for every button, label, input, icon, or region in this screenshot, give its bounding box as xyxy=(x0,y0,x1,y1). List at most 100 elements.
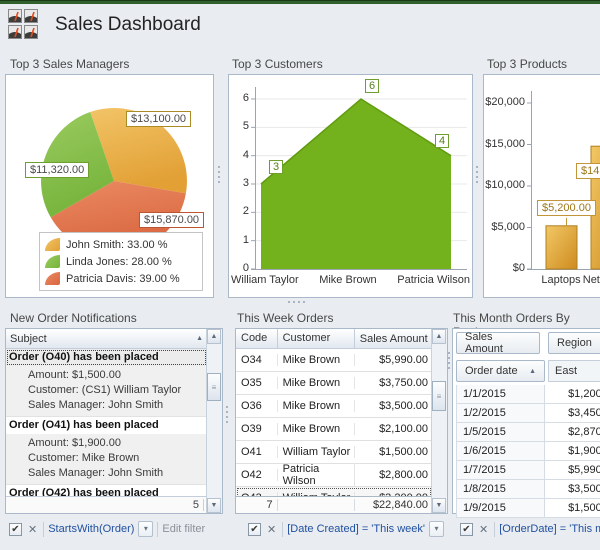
cell-code: O42 xyxy=(236,469,278,481)
window-top-border xyxy=(0,0,600,4)
bar-chart-panel: $0$5,000$10,000$15,000$20,000 $5,200.00 … xyxy=(483,74,600,298)
detail-line: Amount: $1,900.00 xyxy=(28,436,207,451)
pivot-row[interactable]: 1/9/2015 $1,500.00 xyxy=(456,499,600,518)
pivot-column-field-button[interactable]: Region ▲ xyxy=(548,332,600,354)
splitter-handle[interactable] xyxy=(448,352,450,369)
column-header-label: Subject xyxy=(10,333,47,345)
detail-line: Sales Manager: John Smith xyxy=(28,466,207,481)
detail-line: Customer: (CS1) William Taylor xyxy=(28,383,207,398)
week-orders-grid-panel: Code Customer Sales Amount O34 Mike Brow… xyxy=(235,328,448,514)
pie-value-label: $11,320.00 xyxy=(25,162,89,178)
notification-detail: Amount: $1,500.00 Customer: (CS1) Willia… xyxy=(6,366,207,417)
scroll-up-button[interactable]: ▲ xyxy=(207,329,221,344)
notification-detail: Amount: $1,900.00 Customer: Mike Brown S… xyxy=(6,434,207,485)
pivot-row-field-button[interactable]: Order date ▲ xyxy=(456,360,545,382)
table-row[interactable]: O35 Mike Brown $3,750.00 xyxy=(236,372,432,395)
cell-amount: $3,500.00 xyxy=(355,400,432,412)
column-header-code[interactable]: Code xyxy=(236,329,278,348)
edit-filter-button[interactable]: Edit filter xyxy=(162,523,205,535)
area-point-label: 3 xyxy=(269,160,283,174)
area-x-axis-labels: William Taylor Mike Brown Patricia Wilso… xyxy=(231,274,470,286)
close-filter-icon[interactable]: ✕ xyxy=(265,523,278,536)
column-header-customer[interactable]: Customer xyxy=(278,329,355,348)
field-button-label: Sales Amount xyxy=(465,331,531,355)
footer-count: 7 xyxy=(236,499,278,511)
pie-value-label: $15,870.00 xyxy=(139,212,204,228)
bar-value-label: $14,800.00 xyxy=(576,163,600,179)
notification-row[interactable]: Order (O40) has been placed xyxy=(6,349,207,366)
x-axis-label: Mike Brown xyxy=(319,274,376,286)
pivot-row[interactable]: 1/7/2015 $5,990.00 xyxy=(456,461,600,480)
notification-row[interactable]: Order (O41) has been placed xyxy=(6,417,207,434)
legend-item: John Smith: 33.00 % xyxy=(45,236,197,253)
detail-line: Sales Manager: John Smith xyxy=(28,398,207,413)
pivot-row[interactable]: 1/5/2015 $2,870.00 xyxy=(456,423,600,442)
filter-expression[interactable]: StartsWith(Order) xyxy=(48,523,134,535)
splitter-handle[interactable] xyxy=(476,166,478,183)
close-filter-icon[interactable]: ✕ xyxy=(26,523,39,536)
table-row[interactable]: O34 Mike Brown $5,990.00 xyxy=(236,349,432,372)
cell-value: $1,200.00 xyxy=(545,385,600,404)
summary-footer: 7 $22,840.00 xyxy=(236,496,432,513)
filter-enabled-checkbox[interactable]: ✔ xyxy=(460,523,473,536)
pivot-row[interactable]: 1/2/2015 $3,450.00 xyxy=(456,404,600,423)
pivot-row[interactable]: 1/8/2015 $3,500.00 xyxy=(456,480,600,499)
legend-swatch xyxy=(45,255,60,268)
area-point-label: 4 xyxy=(435,134,449,148)
scrollbar-thumb[interactable]: ≡ xyxy=(207,373,221,401)
panel-title-customers: Top 3 Customers xyxy=(232,57,323,71)
table-row[interactable]: O36 Mike Brown $3,500.00 xyxy=(236,395,432,418)
cell-value: $1,900.00 xyxy=(545,442,600,461)
footer-spacer xyxy=(278,499,355,511)
scrollbar-thumb[interactable]: ≡ xyxy=(432,381,446,411)
area-chart-panel: 0123456 3 6 4 William Taylor Mike Brown … xyxy=(228,74,473,298)
field-button-label: Order date xyxy=(465,365,518,377)
area-chart[interactable] xyxy=(255,75,469,271)
pivot-row[interactable]: 1/6/2015 $1,900.00 xyxy=(456,442,600,461)
divider xyxy=(157,522,158,537)
footer-total: $22,840.00 xyxy=(355,499,432,511)
cell-amount: $1,500.00 xyxy=(355,446,432,458)
splitter-handle[interactable] xyxy=(226,406,228,423)
pivot-column-header-east[interactable]: East xyxy=(548,360,600,382)
cell-amount: $3,750.00 xyxy=(355,377,432,389)
legend-label: Linda Jones: 28.00 % xyxy=(66,256,172,268)
splitter-handle[interactable] xyxy=(218,166,220,183)
filter-enabled-checkbox[interactable]: ✔ xyxy=(9,523,22,536)
filter-enabled-checkbox[interactable]: ✔ xyxy=(248,523,261,536)
cell-value: $3,500.00 xyxy=(545,480,600,499)
cell-value: $3,450.00 xyxy=(545,404,600,423)
scroll-down-button[interactable]: ▼ xyxy=(207,498,221,513)
record-count: 5 xyxy=(193,499,199,511)
filter-dropdown-button[interactable]: ▾ xyxy=(138,521,153,537)
vertical-scrollbar[interactable]: ▲ ≡ ▼ xyxy=(431,329,447,513)
legend-item: Linda Jones: 28.00 % xyxy=(45,253,197,270)
vertical-scrollbar[interactable]: ▲ ≡ ▼ xyxy=(206,329,222,513)
pivot-data-field-button[interactable]: Sales Amount xyxy=(456,332,540,354)
splitter-handle[interactable] xyxy=(288,301,305,303)
row-header-date: 1/9/2015 xyxy=(456,499,545,518)
legend-swatch xyxy=(45,272,60,285)
area-point-label: 6 xyxy=(365,79,379,93)
scroll-down-button[interactable]: ▼ xyxy=(432,498,446,513)
notifications-grid-panel: Subject ▲ Order (O40) has been placed Am… xyxy=(5,328,223,514)
table-row[interactable]: O39 Mike Brown $2,100.00 xyxy=(236,418,432,441)
divider xyxy=(43,522,44,537)
filter-expression[interactable]: [Date Created] = 'This week' xyxy=(287,523,425,535)
pie-chart-panel: $13,100.00 $11,320.00 $15,870.00 John Sm… xyxy=(5,74,214,298)
column-header-sales-amount[interactable]: Sales Amount xyxy=(355,333,432,345)
close-filter-icon[interactable]: ✕ xyxy=(477,523,490,536)
scroll-up-button[interactable]: ▲ xyxy=(432,329,446,344)
pivot-grid-panel: Sales Amount Region ▲ Order date ▲ East … xyxy=(452,328,600,514)
cell-customer: Mike Brown xyxy=(278,354,355,366)
pivot-row[interactable]: 1/1/2015 $1,200.00 xyxy=(456,385,600,404)
table-row[interactable]: O42 Patricia Wilson $2,800.00 xyxy=(236,464,432,487)
table-row[interactable]: O41 William Taylor $1,500.00 xyxy=(236,441,432,464)
divider xyxy=(282,522,283,537)
divider xyxy=(203,499,204,511)
filter-dropdown-button[interactable]: ▾ xyxy=(429,521,444,537)
x-axis-label: Patricia Wilson xyxy=(397,274,470,286)
legend-swatch xyxy=(45,238,60,251)
column-header-subject[interactable]: Subject ▲ xyxy=(6,329,207,349)
filter-expression[interactable]: [OrderDate] = 'This month' xyxy=(499,523,600,535)
